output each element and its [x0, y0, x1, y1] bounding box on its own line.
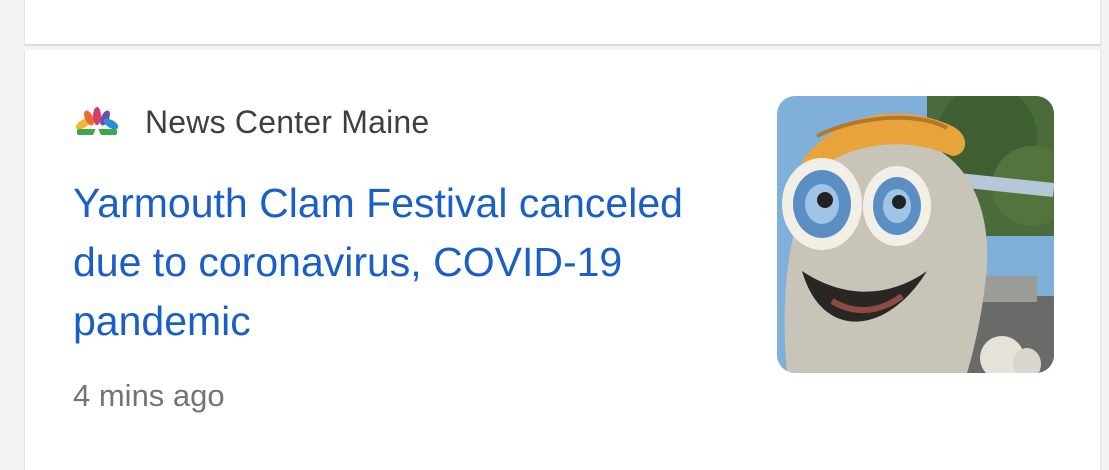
news-card[interactable]: News Center Maine Yarmouth Clam Festival…	[24, 50, 1101, 470]
previous-news-card[interactable]	[24, 0, 1101, 46]
clam-mascot-image	[777, 96, 1054, 373]
timestamp: 4 mins ago	[73, 378, 225, 413]
source-name: News Center Maine	[145, 103, 430, 140]
headline-link[interactable]: Yarmouth Clam Festival canceled due to c…	[73, 174, 713, 351]
article-thumbnail[interactable]	[777, 96, 1054, 373]
source-row: News Center Maine	[73, 102, 429, 142]
nbc-peacock-icon	[75, 107, 119, 135]
